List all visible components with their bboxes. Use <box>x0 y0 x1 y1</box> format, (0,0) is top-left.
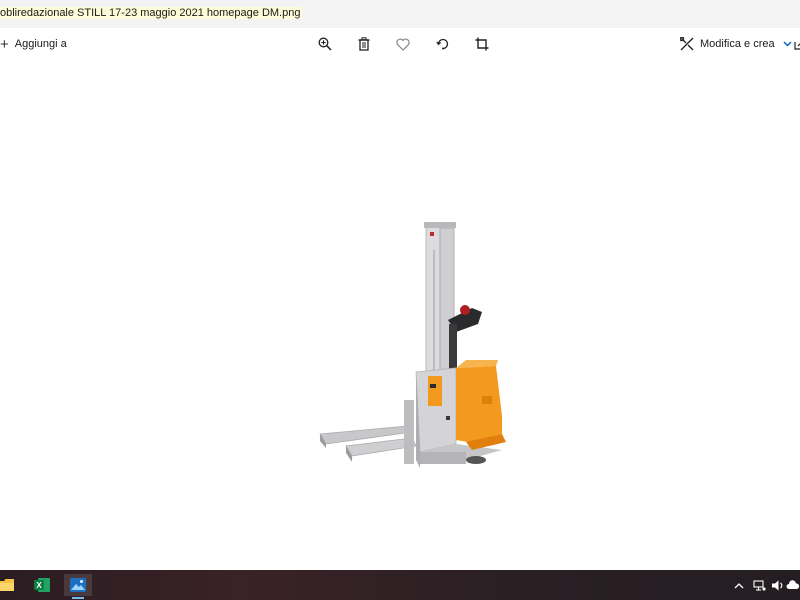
delete-icon[interactable] <box>355 35 373 53</box>
window-title: obliredazionale STILL 17-23 maggio 2021 … <box>0 7 303 19</box>
add-to-button[interactable]: + Aggiungi a <box>0 34 67 54</box>
edit-icon <box>680 37 694 51</box>
cloud-icon[interactable] <box>786 578 800 592</box>
heart-icon[interactable] <box>394 35 412 53</box>
rotate-icon[interactable] <box>434 35 452 53</box>
svg-text:X: X <box>36 581 42 590</box>
share-icon[interactable] <box>794 36 800 50</box>
chevron-up-icon[interactable] <box>732 578 746 592</box>
plus-icon: + <box>0 35 9 53</box>
add-to-label: Aggiungi a <box>14 38 67 50</box>
excel-icon[interactable]: X <box>28 574 56 596</box>
photos-app-window: obliredazionale STILL 17-23 maggio 2021 … <box>0 0 800 600</box>
zoom-in-icon[interactable] <box>316 35 334 53</box>
edit-create-label: Modifica e crea <box>700 38 775 50</box>
chevron-down-icon <box>783 41 792 47</box>
title-bar: obliredazionale STILL 17-23 maggio 2021 … <box>0 0 800 29</box>
crop-icon[interactable] <box>473 35 491 53</box>
taskbar: X <box>0 570 800 600</box>
network-icon[interactable] <box>752 578 766 592</box>
file-explorer-icon[interactable] <box>0 574 20 596</box>
sound-icon[interactable] <box>770 578 784 592</box>
image-canvas[interactable] <box>0 60 800 570</box>
edit-create-button[interactable]: Modifica e crea <box>680 34 792 54</box>
forklift-photo <box>316 220 516 480</box>
toolbar: + Aggiungi a Modifica e crea <box>0 28 800 60</box>
photos-icon[interactable] <box>64 574 92 599</box>
